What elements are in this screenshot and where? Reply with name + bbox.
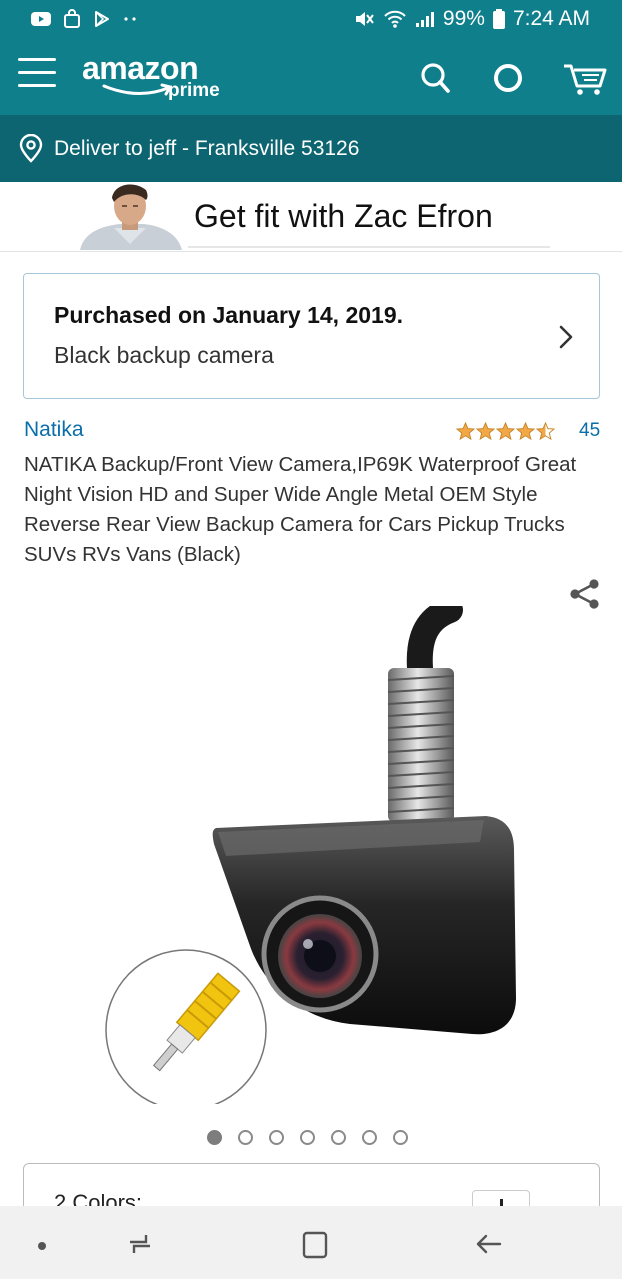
cart-icon[interactable]: [562, 58, 608, 98]
battery-percent: 99%: [442, 7, 485, 30]
search-icon[interactable]: [415, 58, 455, 98]
more-dots-icon: [124, 17, 136, 21]
promo-banner[interactable]: Get fit with Zac Efron: [0, 182, 622, 252]
deliver-to-bar[interactable]: Deliver to jeff - Franksville 53126: [0, 115, 622, 182]
logo-prime: prime: [168, 80, 220, 101]
star-icon: [456, 421, 475, 440]
chevron-right-icon: [559, 325, 573, 349]
half-star-icon: [536, 421, 555, 440]
brand-link[interactable]: Natika: [24, 418, 84, 442]
purchase-date: Purchased on January 14, 2019.: [54, 302, 404, 328]
carousel-dot-3[interactable]: [269, 1130, 284, 1145]
banner-person-image: [80, 184, 182, 250]
carousel-dot-2[interactable]: [238, 1130, 253, 1145]
star-icon: [516, 421, 535, 440]
app-header: amazon prime: [0, 38, 622, 115]
deliver-address: Deliver to jeff - Franksville 53126: [54, 136, 360, 160]
rating-summary[interactable]: 45: [456, 420, 600, 442]
carousel-dot-7[interactable]: [393, 1130, 408, 1145]
wifi-icon: [384, 10, 406, 28]
play-store-icon: [95, 11, 109, 27]
star-icon: [496, 421, 515, 440]
shopping-bag-icon: [64, 9, 80, 28]
dot-icon[interactable]: [26, 1228, 58, 1260]
status-bar: 99% 7:24 AM: [0, 0, 622, 38]
carousel-dot-1[interactable]: [207, 1130, 222, 1145]
carousel-dot-4[interactable]: [300, 1130, 315, 1145]
menu-button[interactable]: [18, 58, 56, 92]
product-title: NATIKA Backup/Front View Camera,IP69K Wa…: [24, 453, 577, 566]
back-icon[interactable]: [472, 1228, 504, 1260]
banner-divider: [188, 246, 550, 248]
system-status: 99% 7:24 AM: [353, 7, 590, 31]
clock: 7:24 AM: [512, 7, 590, 30]
purchase-item-variant: Black backup camera: [54, 342, 274, 368]
review-count: 45: [579, 420, 601, 441]
location-pin-icon: [19, 133, 43, 163]
app-screen: 99% 7:24 AM amazon prime Deliver to jeff…: [0, 0, 622, 1279]
share-icon[interactable]: [568, 577, 602, 611]
mute-icon: [355, 12, 374, 26]
carousel-dot-5[interactable]: [331, 1130, 346, 1145]
product-image[interactable]: [100, 606, 540, 1106]
notification-icons: [30, 9, 138, 29]
smile-arrow-icon: [102, 83, 172, 96]
battery-icon: [492, 9, 505, 29]
star-rating: [456, 421, 555, 441]
amazon-prime-logo[interactable]: amazon prime: [82, 52, 220, 101]
system-nav-bar: [0, 1206, 622, 1279]
carousel-dot-6[interactable]: [362, 1130, 377, 1145]
star-icon: [476, 421, 495, 440]
image-carousel-dots: [207, 1130, 408, 1145]
signal-icon: [415, 12, 434, 27]
home-icon[interactable]: [298, 1228, 330, 1260]
banner-text: Get fit with Zac Efron: [194, 198, 493, 234]
menu-icon: [18, 58, 56, 61]
purchase-history-card[interactable]: Purchased on January 14, 2019. Black bac…: [23, 273, 600, 399]
alexa-icon[interactable]: [488, 58, 528, 98]
recent-apps-icon[interactable]: [124, 1228, 156, 1260]
youtube-icon: [31, 12, 51, 26]
